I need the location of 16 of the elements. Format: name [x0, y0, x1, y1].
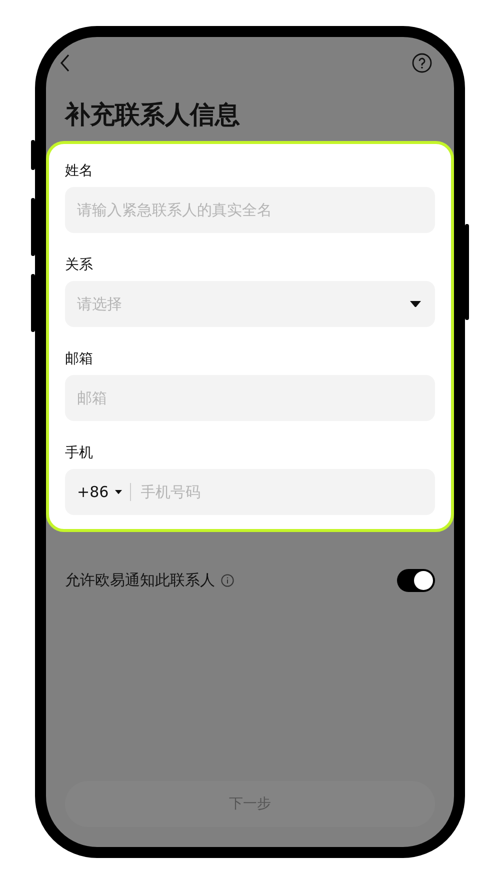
caret-icon	[114, 490, 122, 494]
page-title: 补充联系人信息	[64, 99, 241, 131]
notify-toggle[interactable]	[397, 568, 435, 592]
input-field[interactable]: 请输入紧急联系人的真实全名	[65, 187, 435, 233]
input-field[interactable]: 邮箱	[65, 375, 435, 421]
help-icon[interactable]	[412, 53, 432, 73]
notify-label: 允许欧易通知此联系人	[65, 570, 215, 590]
back-icon[interactable]	[60, 54, 70, 72]
info-icon[interactable]	[221, 574, 234, 586]
field-label: 邮箱	[65, 350, 93, 369]
field-label: 关系	[65, 256, 93, 275]
country-code-dropdown[interactable]: +86	[77, 483, 122, 501]
caret-icon	[410, 300, 421, 308]
field-label: 姓名	[65, 162, 93, 181]
phone-field[interactable]: +86 手机号码	[65, 469, 435, 515]
field-label: 手机	[65, 444, 93, 463]
